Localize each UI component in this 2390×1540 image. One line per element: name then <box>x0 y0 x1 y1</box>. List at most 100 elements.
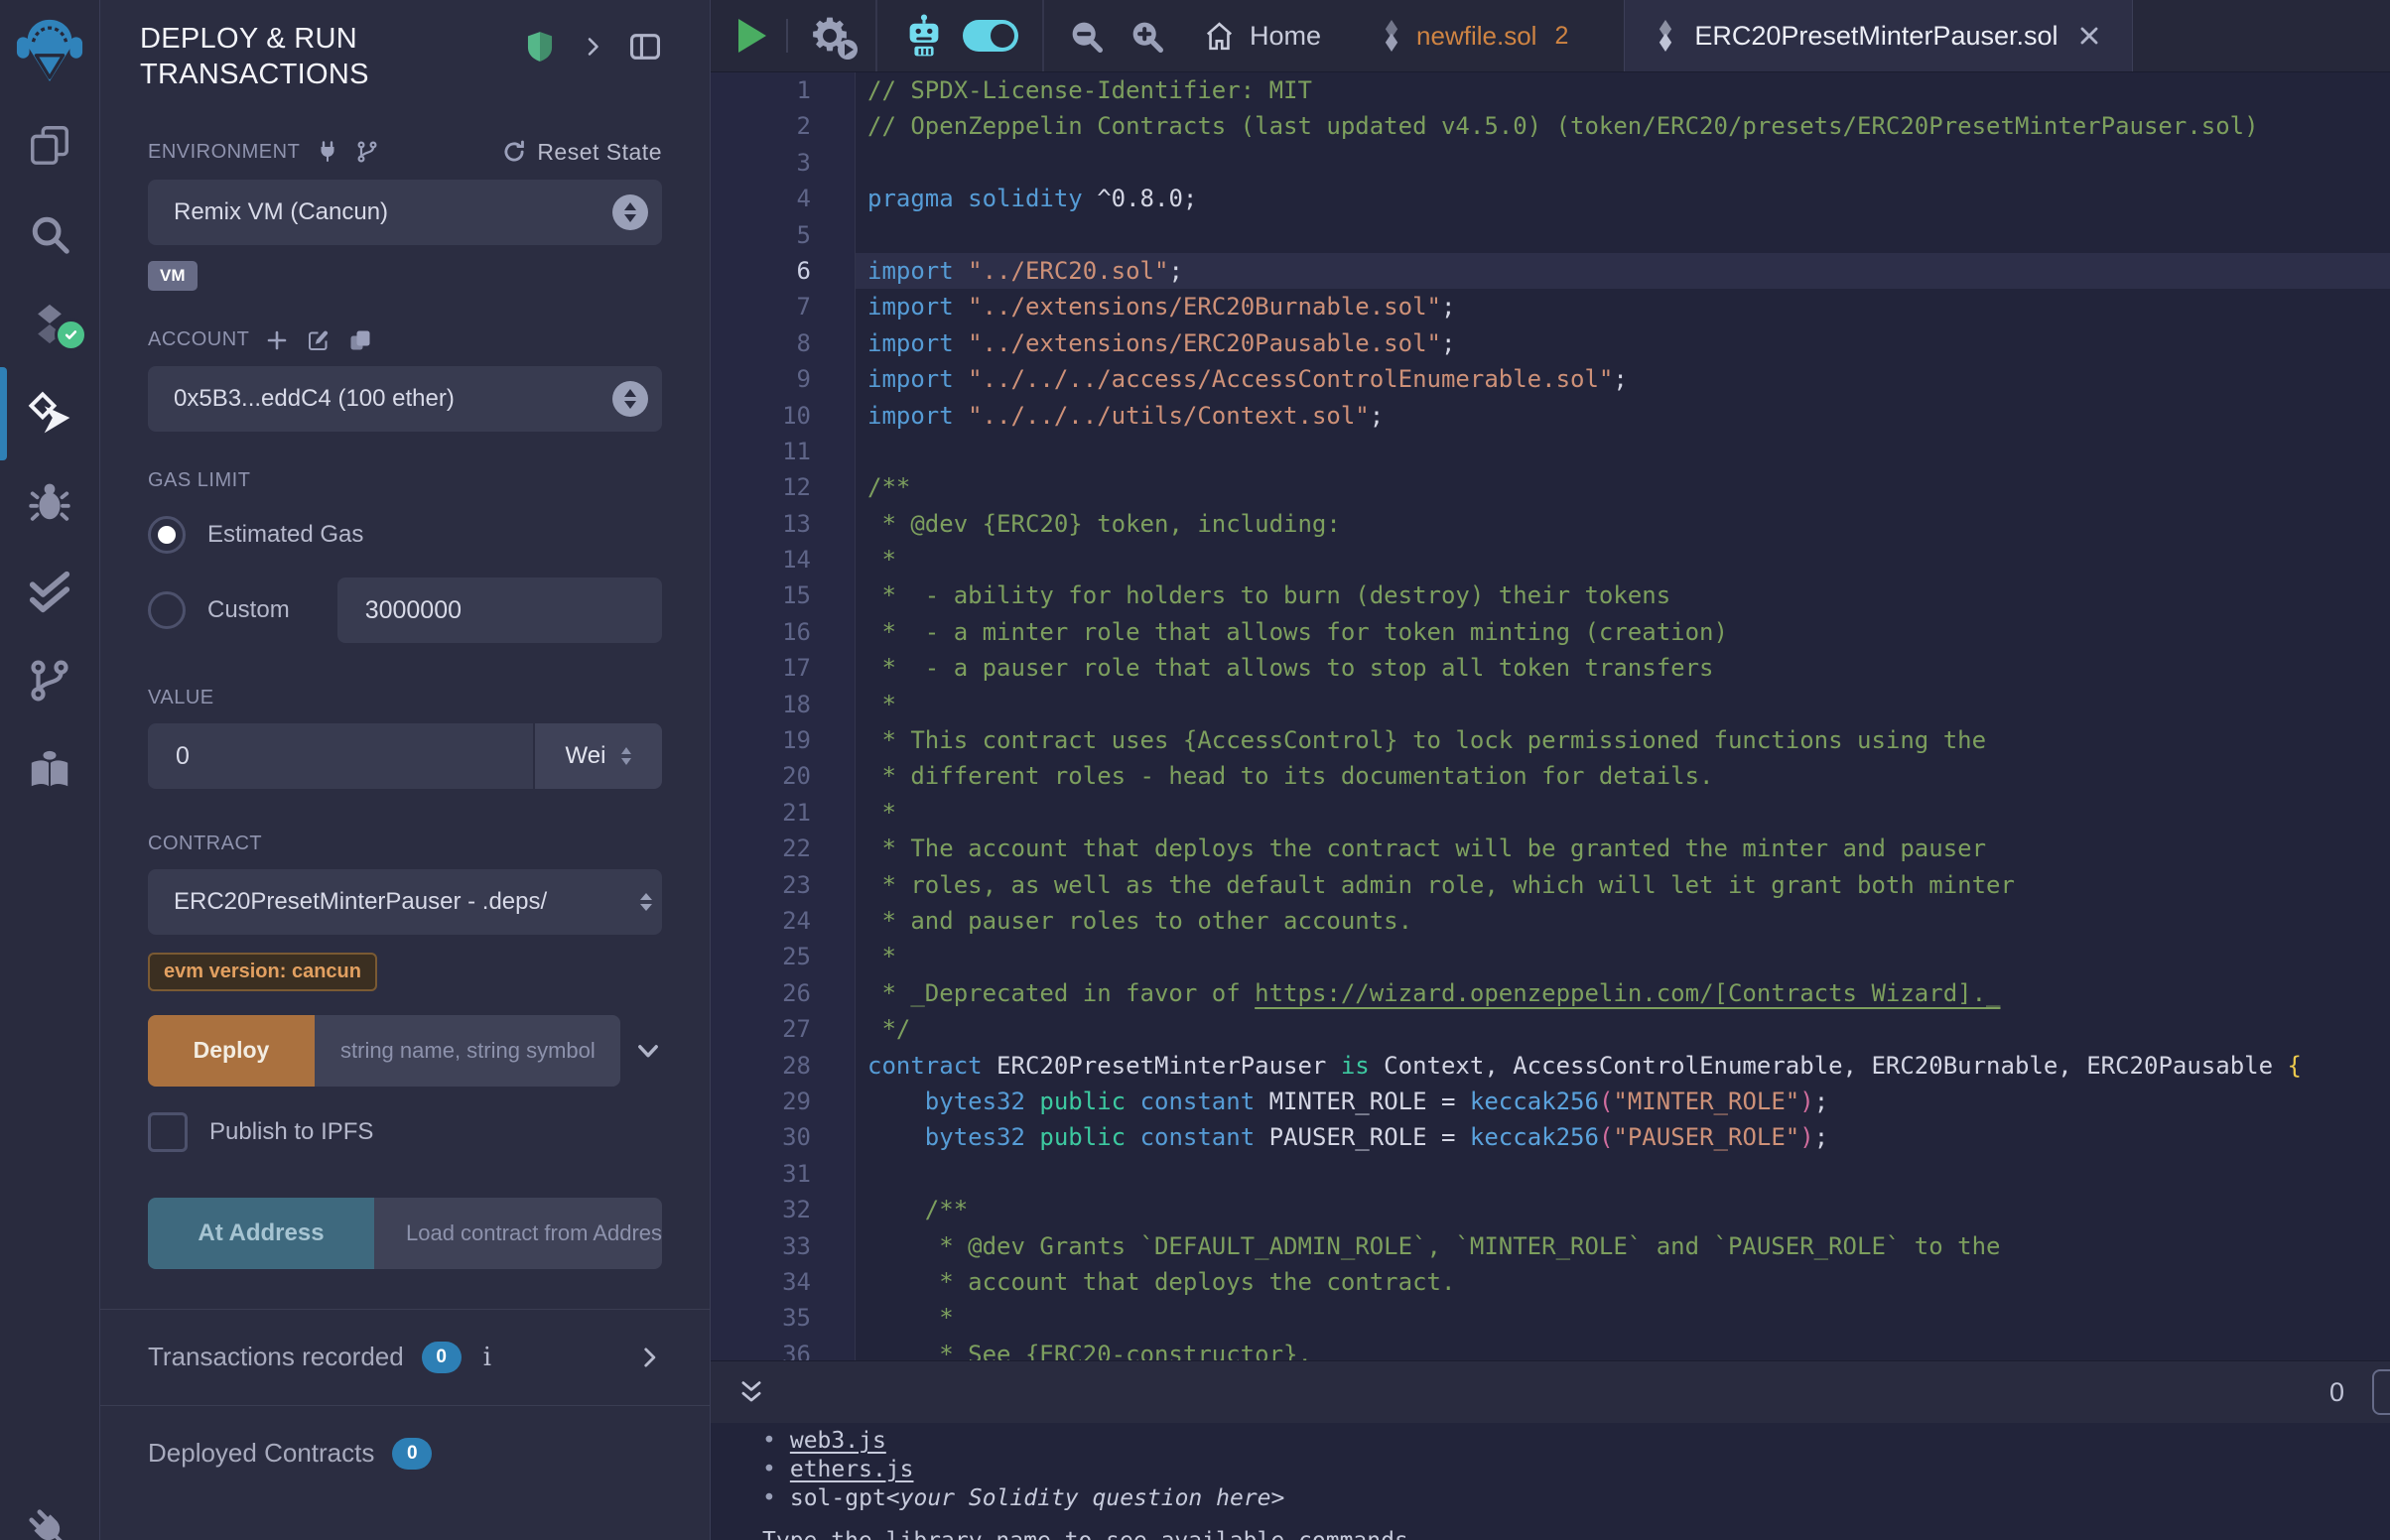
home-icon <box>1203 20 1236 53</box>
sidebar-item-debugger[interactable] <box>0 472 99 532</box>
activity-bar <box>0 0 100 1540</box>
terminal-search-input[interactable] <box>2372 1369 2390 1415</box>
transactions-recorded-label: Transactions recorded <box>148 1342 404 1372</box>
at-address-input[interactable]: Load contract from Addres <box>374 1198 662 1269</box>
ai-copilot-icon[interactable] <box>901 13 947 59</box>
info-icon[interactable]: i <box>483 1343 491 1372</box>
code-line[interactable]: 7import "../extensions/ERC20Burnable.sol… <box>711 289 2390 324</box>
deploy-button[interactable]: Deploy <box>148 1015 315 1087</box>
pin-panel-icon[interactable] <box>628 30 662 64</box>
code-line[interactable]: 30 bytes32 public constant PAUSER_ROLE =… <box>711 1119 2390 1155</box>
code-line[interactable]: 34 * account that deploys the contract. <box>711 1264 2390 1300</box>
code-line[interactable]: 28contract ERC20PresetMinterPauser is Co… <box>711 1048 2390 1084</box>
panel-title: DEPLOY & RUN TRANSACTIONS <box>140 22 467 93</box>
code-line[interactable]: 25 * <box>711 939 2390 974</box>
tab-erc20presetminterpauser[interactable]: ERC20PresetMinterPauser.sol <box>1624 0 2132 71</box>
close-icon[interactable] <box>2076 23 2102 49</box>
sidebar-item-plugin-connector[interactable] <box>0 1500 99 1540</box>
contract-select[interactable]: ERC20PresetMinterPauser - .deps/ <box>148 869 662 935</box>
code-line[interactable]: 35 * <box>711 1300 2390 1336</box>
run-script-button[interactable] <box>738 19 766 53</box>
value-input[interactable]: 0 <box>148 723 533 789</box>
sol-gpt-command: sol-gpt <box>790 1484 886 1513</box>
code-line[interactable]: 20 * different roles - head to its docum… <box>711 758 2390 794</box>
sidebar-item-learn[interactable] <box>0 740 99 800</box>
code-line[interactable]: 9import "../../../access/AccessControlEn… <box>711 361 2390 397</box>
custom-gas-radio[interactable] <box>148 591 186 629</box>
add-account-icon[interactable] <box>265 328 289 352</box>
publish-ipfs-label: Publish to IPFS <box>209 1118 373 1146</box>
code-line[interactable]: 27 */ <box>711 1011 2390 1047</box>
environment-select[interactable]: Remix VM (Cancun) <box>148 180 662 245</box>
tab-newfile[interactable]: newfile.sol 2 <box>1381 20 1568 52</box>
expand-transactions-icon[interactable] <box>636 1345 662 1370</box>
ai-copilot-toggle[interactable] <box>963 20 1018 52</box>
ethersjs-link[interactable]: ethers.js <box>790 1456 914 1484</box>
code-line[interactable]: 5 <box>711 217 2390 253</box>
code-line[interactable]: 31 <box>711 1156 2390 1192</box>
code-line[interactable]: 24 * and pauser roles to other accounts. <box>711 903 2390 939</box>
zoom-out-icon[interactable] <box>1068 18 1105 55</box>
code-line[interactable]: 13 * @dev {ERC20} token, including: <box>711 506 2390 542</box>
sidebar-item-solidity-compiler[interactable] <box>0 294 99 353</box>
sidebar-item-file-explorer[interactable] <box>0 115 99 175</box>
tab-home[interactable]: Home <box>1203 20 1321 53</box>
code-line[interactable]: 2// OpenZeppelin Contracts (last updated… <box>711 108 2390 144</box>
code-line[interactable]: 16 * - a minter role that allows for tok… <box>711 614 2390 650</box>
sidebar-item-search[interactable] <box>0 204 99 264</box>
code-line[interactable]: 36 * See {ERC20-constructor}. <box>711 1337 2390 1360</box>
code-line[interactable]: 11 <box>711 434 2390 469</box>
custom-gas-input[interactable]: 3000000 <box>337 578 662 643</box>
at-address-button[interactable]: At Address <box>148 1198 374 1269</box>
code-line[interactable]: 3 <box>711 145 2390 181</box>
expand-args-icon[interactable] <box>634 1037 662 1065</box>
code-line[interactable]: 12/** <box>711 469 2390 505</box>
code-line[interactable]: 14 * <box>711 542 2390 578</box>
code-line[interactable]: 29 bytes32 public constant MINTER_ROLE =… <box>711 1084 2390 1119</box>
code-line[interactable]: 4pragma solidity ^0.8.0; <box>711 181 2390 216</box>
account-select[interactable]: 0x5B3...eddC4 (100 ether) <box>148 366 662 432</box>
code-line[interactable]: 17 * - a pauser role that allows to stop… <box>711 650 2390 686</box>
code-line[interactable]: 15 * - ability for holders to burn (dest… <box>711 578 2390 613</box>
transactions-recorded-row[interactable]: Transactions recorded 0 i <box>148 1310 662 1405</box>
estimated-gas-radio[interactable] <box>148 516 186 554</box>
terminal-listen-count: 0 <box>2329 1377 2344 1408</box>
code-line[interactable]: 18 * <box>711 687 2390 722</box>
collapse-terminal-icon[interactable] <box>736 1377 766 1407</box>
sidebar-item-deploy-run[interactable] <box>0 383 99 443</box>
code-line[interactable]: 1// SPDX-License-Identifier: MIT <box>711 72 2390 108</box>
constructor-args-input[interactable]: string name, string symbol <box>315 1015 620 1087</box>
deployed-contracts-row[interactable]: Deployed Contracts 0 <box>148 1406 662 1501</box>
book-icon <box>27 747 72 793</box>
value-unit-select[interactable]: Wei <box>535 723 662 789</box>
reset-state-button[interactable]: Reset State <box>501 139 662 166</box>
code-line[interactable]: 33 * @dev Grants `DEFAULT_ADMIN_ROLE`, `… <box>711 1228 2390 1264</box>
run-config-button[interactable] <box>808 14 852 58</box>
publish-ipfs-checkbox[interactable] <box>148 1112 188 1152</box>
code-line[interactable]: 23 * roles, as well as the default admin… <box>711 867 2390 903</box>
code-line[interactable]: 8import "../extensions/ERC20Pausable.sol… <box>711 325 2390 361</box>
remix-logo-icon[interactable] <box>15 12 84 85</box>
edit-account-icon[interactable] <box>307 328 331 352</box>
terminal-panel[interactable]: •web3.js •ethers.js •sol-gpt <your Solid… <box>711 1423 2390 1540</box>
copy-address-icon[interactable] <box>348 328 372 352</box>
code-line[interactable]: 21 * <box>711 795 2390 831</box>
code-line[interactable]: 32 /** <box>711 1192 2390 1227</box>
sidebar-item-static-analysis[interactable] <box>0 562 99 621</box>
zoom-in-icon[interactable] <box>1129 18 1165 55</box>
web3js-link[interactable]: web3.js <box>790 1427 886 1456</box>
shield-icon[interactable] <box>523 30 557 64</box>
contract-label: CONTRACT <box>148 833 262 855</box>
fork-state-icon[interactable] <box>355 140 379 164</box>
code-line[interactable]: 10import "../../../utils/Context.sol"; <box>711 398 2390 434</box>
sol-gpt-hint: <your Solidity question here> <box>886 1484 1285 1513</box>
sidebar-item-git[interactable] <box>0 651 99 710</box>
plug-icon[interactable] <box>316 140 339 164</box>
code-line[interactable]: 6import "../ERC20.sol"; <box>711 253 2390 289</box>
code-line[interactable]: 22 * The account that deploys the contra… <box>711 831 2390 866</box>
code-lines[interactable]: 1// SPDX-License-Identifier: MIT2// Open… <box>711 72 2390 1360</box>
custom-gas-label: Custom <box>207 596 290 624</box>
code-line[interactable]: 26 * _Deprecated in favor of https://wiz… <box>711 975 2390 1011</box>
collapse-panel-icon[interactable] <box>581 35 604 59</box>
code-line[interactable]: 19 * This contract uses {AccessControl} … <box>711 722 2390 758</box>
